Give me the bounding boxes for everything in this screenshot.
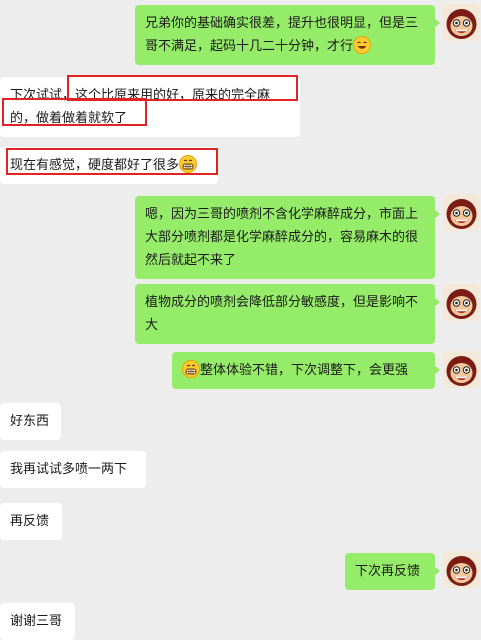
message-bubble-received[interactable]: 下次试试，这个比原来用的好，原来的完全麻的，做着做着就软了 bbox=[0, 77, 300, 137]
message-text: 再反馈 bbox=[10, 514, 50, 529]
contact-avatar[interactable] bbox=[443, 4, 480, 41]
grinning-emoji-icon bbox=[179, 155, 198, 173]
message-bubble-sent[interactable]: 兄弟你的基础确实很差，提升也很明显，但是三哥不满足，起码十几二十分钟，才行 bbox=[135, 5, 440, 65]
message-bubble-received[interactable]: 谢谢三哥 bbox=[0, 603, 75, 640]
contact-avatar[interactable] bbox=[443, 284, 480, 321]
message-bubble-sent[interactable]: 整体体验不错，下次调整下，会更强 bbox=[172, 352, 440, 389]
message-bubble-sent[interactable]: 嗯，因为三哥的喷剂不含化学麻醉成分，市面上大部分喷剂都是化学麻醉成分的，容易麻木… bbox=[135, 196, 440, 279]
message-bubble-received[interactable]: 我再试试多喷一两下 bbox=[0, 451, 146, 488]
message-text: 我再试试多喷一两下 bbox=[10, 462, 128, 477]
message-bubble-received[interactable]: 好东西 bbox=[0, 403, 61, 440]
message-bubble-sent[interactable]: 下次再反馈 bbox=[345, 553, 440, 590]
contact-avatar[interactable] bbox=[443, 194, 480, 231]
message-text: 谢谢三哥 bbox=[10, 614, 63, 629]
message-text: 现在有感觉，硬度都好了很多 bbox=[10, 158, 180, 173]
laughing-emoji-icon bbox=[353, 36, 372, 54]
grinning-emoji-icon bbox=[182, 360, 200, 378]
message-text: 嗯，因为三哥的喷剂不含化学麻醉成分，市面上大部分喷剂都是化学麻醉成分的，容易麻木… bbox=[145, 207, 419, 268]
message-text: 整体体验不错，下次调整下，会更强 bbox=[200, 363, 409, 378]
message-bubble-received[interactable]: 再反馈 bbox=[0, 503, 62, 540]
message-text: 好东西 bbox=[10, 414, 50, 429]
message-bubble-received[interactable]: 现在有感觉，硬度都好了很多 bbox=[0, 147, 218, 184]
contact-avatar[interactable] bbox=[443, 351, 480, 388]
contact-avatar[interactable] bbox=[443, 551, 480, 588]
message-text: 下次试试，这个比原来用的好，原来的完全麻的，做着做着就软了 bbox=[10, 88, 271, 126]
message-text: 兄弟你的基础确实很差，提升也很明显，但是三哥不满足，起码十几二十分钟，才行 bbox=[145, 16, 419, 54]
message-bubble-sent[interactable]: 植物成分的喷剂会降低部分敏感度，但是影响不大 bbox=[135, 284, 440, 344]
message-text: 植物成分的喷剂会降低部分敏感度，但是影响不大 bbox=[145, 295, 419, 333]
message-text: 下次再反馈 bbox=[355, 564, 421, 579]
